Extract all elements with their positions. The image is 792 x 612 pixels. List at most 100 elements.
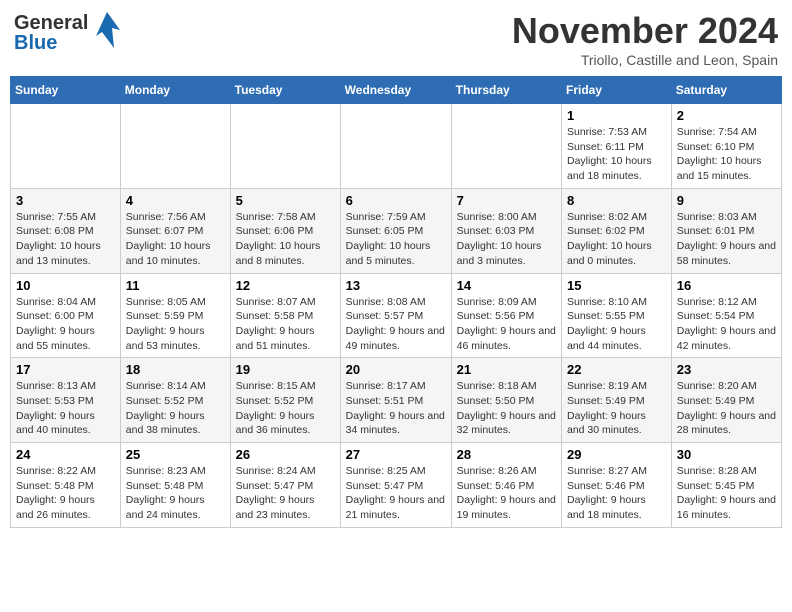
calendar-cell: 29 Sunrise: 8:27 AM Sunset: 5:46 PM Dayli… <box>562 443 672 528</box>
calendar-cell: 18Sunrise: 8:14 AM Sunset: 5:52 PM Dayli… <box>120 358 230 443</box>
day-number: 23 <box>677 362 776 377</box>
calendar-cell: 8 Sunrise: 8:02 AM Sunset: 6:02 PM Daylig… <box>562 188 672 273</box>
calendar-cell: 24 Sunrise: 8:22 AM Sunset: 5:48 PM Dayli… <box>11 443 121 528</box>
day-info: Sunrise: 7:53 AM Sunset: 6:11 PM Dayligh… <box>567 125 666 184</box>
calendar-cell: 16Sunrise: 8:12 AM Sunset: 5:54 PM Dayli… <box>671 273 781 358</box>
calendar-cell: 6 Sunrise: 7:59 AM Sunset: 6:05 PM Daylig… <box>340 188 451 273</box>
day-header-tuesday: Tuesday <box>230 77 340 104</box>
calendar-cell: 20 Sunrise: 8:17 AM Sunset: 5:51 PM Dayli… <box>340 358 451 443</box>
calendar-cell <box>230 104 340 189</box>
calendar-cell <box>120 104 230 189</box>
logo-icon <box>92 10 122 55</box>
calendar-table: SundayMondayTuesdayWednesdayThursdayFrid… <box>10 76 782 528</box>
logo-general: General <box>14 13 88 33</box>
day-number: 28 <box>457 447 556 462</box>
calendar-cell: 15 Sunrise: 8:10 AM Sunset: 5:55 PM Dayli… <box>562 273 672 358</box>
day-info: Sunrise: 8:02 AM Sunset: 6:02 PM Dayligh… <box>567 210 666 269</box>
day-info: Sunrise: 8:00 AM Sunset: 6:03 PM Dayligh… <box>457 210 556 269</box>
day-number: 26 <box>236 447 335 462</box>
day-number: 3 <box>16 193 115 208</box>
calendar-cell: 28 Sunrise: 8:26 AM Sunset: 5:46 PM Dayli… <box>451 443 561 528</box>
day-info: Sunrise: 8:27 AM Sunset: 5:46 PM Dayligh… <box>567 464 666 523</box>
calendar-cell: 26 Sunrise: 8:24 AM Sunset: 5:47 PM Dayli… <box>230 443 340 528</box>
day-info: Sunrise: 7:58 AM Sunset: 6:06 PM Dayligh… <box>236 210 335 269</box>
calendar-cell: 10Sunrise: 8:04 AM Sunset: 6:00 PM Dayli… <box>11 273 121 358</box>
day-info: Sunrise: 8:23 AM Sunset: 5:48 PM Dayligh… <box>126 464 225 523</box>
day-info: Sunrise: 8:15 AM Sunset: 5:52 PM Dayligh… <box>236 379 335 438</box>
calendar-cell: 4 Sunrise: 7:56 AM Sunset: 6:07 PM Daylig… <box>120 188 230 273</box>
calendar-cell: 5 Sunrise: 7:58 AM Sunset: 6:06 PM Daylig… <box>230 188 340 273</box>
calendar-cell: 3 Sunrise: 7:55 AM Sunset: 6:08 PM Daylig… <box>11 188 121 273</box>
page-header: General Blue November 2024 Triollo, Cast… <box>10 10 782 68</box>
week-row-4: 17 Sunrise: 8:13 AM Sunset: 5:53 PM Dayli… <box>11 358 782 443</box>
day-number: 7 <box>457 193 556 208</box>
day-number: 4 <box>126 193 225 208</box>
day-info: Sunrise: 8:19 AM Sunset: 5:49 PM Dayligh… <box>567 379 666 438</box>
day-info: Sunrise: 8:24 AM Sunset: 5:47 PM Dayligh… <box>236 464 335 523</box>
day-number: 18 <box>126 362 225 377</box>
day-number: 19 <box>236 362 335 377</box>
calendar-cell: 9Sunrise: 8:03 AM Sunset: 6:01 PM Daylig… <box>671 188 781 273</box>
day-number: 6 <box>346 193 446 208</box>
day-info: Sunrise: 8:10 AM Sunset: 5:55 PM Dayligh… <box>567 295 666 354</box>
day-header-friday: Friday <box>562 77 672 104</box>
calendar-cell <box>11 104 121 189</box>
day-number: 27 <box>346 447 446 462</box>
day-info: Sunrise: 7:59 AM Sunset: 6:05 PM Dayligh… <box>346 210 446 269</box>
day-info: Sunrise: 8:13 AM Sunset: 5:53 PM Dayligh… <box>16 379 115 438</box>
day-info: Sunrise: 8:07 AM Sunset: 5:58 PM Dayligh… <box>236 295 335 354</box>
day-info: Sunrise: 7:54 AM Sunset: 6:10 PM Dayligh… <box>677 125 776 184</box>
calendar-cell: 14Sunrise: 8:09 AM Sunset: 5:56 PM Dayli… <box>451 273 561 358</box>
day-info: Sunrise: 8:18 AM Sunset: 5:50 PM Dayligh… <box>457 379 556 438</box>
day-info: Sunrise: 7:56 AM Sunset: 6:07 PM Dayligh… <box>126 210 225 269</box>
week-row-3: 10Sunrise: 8:04 AM Sunset: 6:00 PM Dayli… <box>11 273 782 358</box>
day-info: Sunrise: 8:17 AM Sunset: 5:51 PM Dayligh… <box>346 379 446 438</box>
day-number: 17 <box>16 362 115 377</box>
day-number: 29 <box>567 447 666 462</box>
day-number: 5 <box>236 193 335 208</box>
day-info: Sunrise: 7:55 AM Sunset: 6:08 PM Dayligh… <box>16 210 115 269</box>
calendar-cell: 2 Sunrise: 7:54 AM Sunset: 6:10 PM Daylig… <box>671 104 781 189</box>
day-info: Sunrise: 8:28 AM Sunset: 5:45 PM Dayligh… <box>677 464 776 523</box>
day-info: Sunrise: 8:25 AM Sunset: 5:47 PM Dayligh… <box>346 464 446 523</box>
logo-blue: Blue <box>14 33 88 53</box>
day-number: 30 <box>677 447 776 462</box>
day-number: 20 <box>346 362 446 377</box>
day-info: Sunrise: 8:20 AM Sunset: 5:49 PM Dayligh… <box>677 379 776 438</box>
day-number: 8 <box>567 193 666 208</box>
day-number: 22 <box>567 362 666 377</box>
day-number: 25 <box>126 447 225 462</box>
day-number: 2 <box>677 108 776 123</box>
day-number: 21 <box>457 362 556 377</box>
logo: General Blue <box>14 10 122 55</box>
calendar-cell: 23 Sunrise: 8:20 AM Sunset: 5:49 PM Dayli… <box>671 358 781 443</box>
day-info: Sunrise: 8:09 AM Sunset: 5:56 PM Dayligh… <box>457 295 556 354</box>
calendar-cell: 27 Sunrise: 8:25 AM Sunset: 5:47 PM Dayli… <box>340 443 451 528</box>
day-number: 11 <box>126 278 225 293</box>
day-header-saturday: Saturday <box>671 77 781 104</box>
day-info: Sunrise: 8:22 AM Sunset: 5:48 PM Dayligh… <box>16 464 115 523</box>
week-row-1: 1 Sunrise: 7:53 AM Sunset: 6:11 PM Daylig… <box>11 104 782 189</box>
day-number: 15 <box>567 278 666 293</box>
day-number: 12 <box>236 278 335 293</box>
month-title: November 2024 <box>512 10 778 52</box>
day-info: Sunrise: 8:26 AM Sunset: 5:46 PM Dayligh… <box>457 464 556 523</box>
calendar-cell: 7 Sunrise: 8:00 AM Sunset: 6:03 PM Daylig… <box>451 188 561 273</box>
day-header-sunday: Sunday <box>11 77 121 104</box>
day-number: 1 <box>567 108 666 123</box>
title-area: November 2024 Triollo, Castille and Leon… <box>512 10 778 68</box>
day-number: 24 <box>16 447 115 462</box>
day-header-thursday: Thursday <box>451 77 561 104</box>
day-info: Sunrise: 8:05 AM Sunset: 5:59 PM Dayligh… <box>126 295 225 354</box>
calendar-cell: 22 Sunrise: 8:19 AM Sunset: 5:49 PM Dayli… <box>562 358 672 443</box>
calendar-cell <box>451 104 561 189</box>
calendar-cell <box>340 104 451 189</box>
day-header-monday: Monday <box>120 77 230 104</box>
day-info: Sunrise: 8:08 AM Sunset: 5:57 PM Dayligh… <box>346 295 446 354</box>
day-number: 10 <box>16 278 115 293</box>
calendar-cell: 21 Sunrise: 8:18 AM Sunset: 5:50 PM Dayli… <box>451 358 561 443</box>
day-number: 9 <box>677 193 776 208</box>
day-info: Sunrise: 8:12 AM Sunset: 5:54 PM Dayligh… <box>677 295 776 354</box>
calendar-cell: 12 Sunrise: 8:07 AM Sunset: 5:58 PM Dayli… <box>230 273 340 358</box>
day-header-wednesday: Wednesday <box>340 77 451 104</box>
